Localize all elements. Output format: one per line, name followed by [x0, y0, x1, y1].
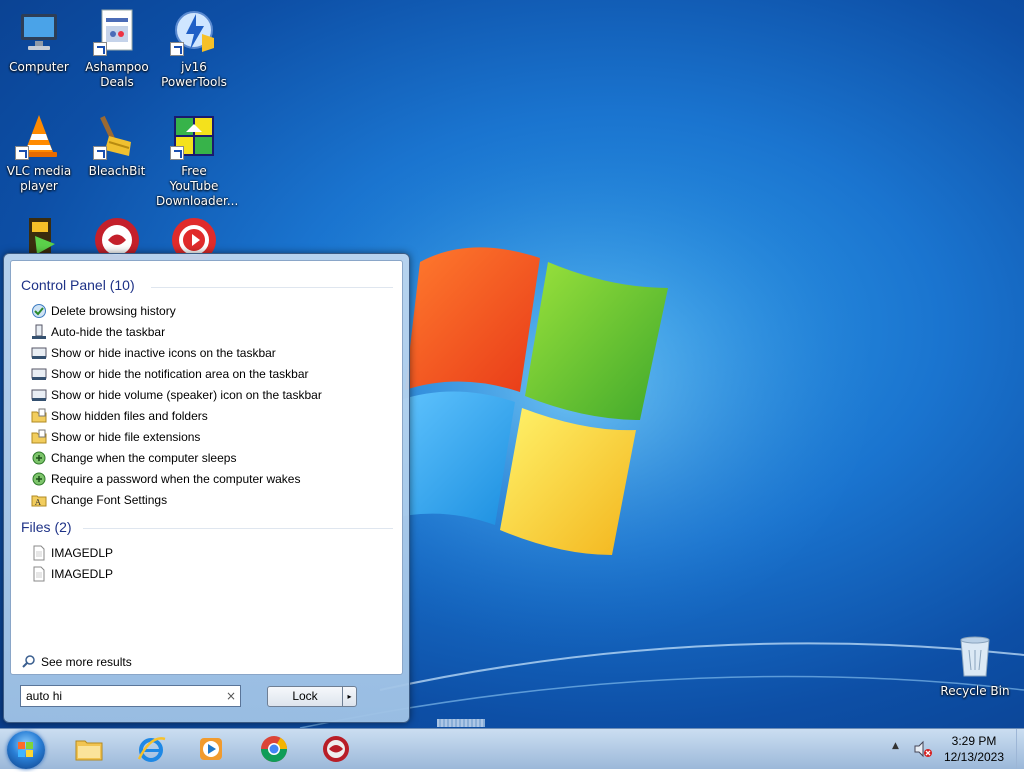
result-label: Show or hide file extensions	[51, 430, 201, 444]
file-icon	[33, 545, 45, 561]
desktop-icon-label: VLC media player	[6, 164, 72, 193]
windows-explorer-icon	[75, 740, 103, 761]
desktop-icon-bleachbit[interactable]: BleachBit	[79, 112, 155, 179]
internet-explorer-icon	[137, 737, 166, 762]
chrome-icon	[260, 736, 288, 763]
clear-search-icon[interactable]: ×	[226, 689, 236, 703]
result-change-font-settings[interactable]: A Change Font Settings	[31, 490, 391, 510]
taskbar-comodo-dragon[interactable]	[311, 732, 361, 768]
power-options-icon	[32, 472, 46, 486]
result-label: Show or hide inactive icons on the taskb…	[51, 346, 276, 360]
windows-flag-icon	[18, 742, 33, 757]
taskbar: ▲ 3:29 PM 12/13/2023	[0, 728, 1024, 769]
internet-options-icon	[32, 304, 46, 318]
shortcut-overlay-icon	[15, 146, 29, 160]
result-show-hide-file-extensions[interactable]: Show or hide file extensions	[31, 427, 391, 447]
notification-area-icon	[31, 368, 47, 380]
notification-area-icon	[31, 389, 47, 401]
result-label: Show or hide the notification area on th…	[51, 367, 309, 381]
computer-icon	[21, 14, 57, 50]
media-player-icon	[200, 738, 222, 760]
shortcut-overlay-icon	[93, 42, 107, 56]
shortcut-overlay-icon	[170, 146, 184, 160]
desktop-icon-vlc[interactable]: VLC media player	[1, 112, 77, 194]
shortcut-overlay-icon	[170, 42, 184, 56]
desktop-icon-jv16-powertools[interactable]: jv16 PowerTools	[156, 8, 232, 90]
clock-date: 12/13/2023	[943, 750, 1005, 764]
desktop-icon-label: BleachBit	[88, 164, 146, 178]
result-label: Auto-hide the taskbar	[51, 325, 166, 339]
group-heading-control-panel[interactable]: Control Panel (10)	[21, 277, 135, 293]
shortcut-overlay-icon	[93, 146, 107, 160]
notification-area-icon	[31, 347, 47, 359]
see-more-results-link[interactable]: See more results	[21, 654, 132, 670]
result-show-hide-volume-icon[interactable]: Show or hide volume (speaker) icon on th…	[31, 385, 391, 405]
search-icon	[22, 655, 35, 668]
start-menu: Control Panel (10) Delete browsing histo…	[3, 253, 410, 723]
taskbar-icon	[32, 324, 46, 339]
result-label: Show or hide volume (speaker) icon on th…	[51, 388, 322, 402]
result-file-imagedlp[interactable]: IMAGEDLP	[31, 543, 391, 563]
result-require-password-on-wake[interactable]: Require a password when the computer wak…	[31, 469, 391, 489]
search-results-panel: Control Panel (10) Delete browsing histo…	[10, 260, 403, 675]
clock-time: 3:29 PM	[951, 734, 997, 748]
result-label: Require a password when the computer wak…	[51, 472, 301, 486]
desktop-icon-label: Ashampoo Deals	[85, 60, 149, 89]
result-label: Change Font Settings	[51, 493, 168, 507]
result-label: IMAGEDLP	[51, 567, 114, 581]
power-options-arrow-icon[interactable]: ▸	[342, 686, 357, 707]
desktop-icon-label: Computer	[9, 60, 69, 74]
desktop-icon-free-youtube-downloader[interactable]: Free YouTube Downloader...	[156, 112, 238, 209]
taskbar-chrome[interactable]	[249, 732, 299, 768]
tray-clock[interactable]: 3:29 PM 12/13/2023	[934, 733, 1014, 765]
desktop-icon-label: Free YouTube Downloader...	[156, 164, 239, 208]
result-change-when-computer-sleeps[interactable]: Change when the computer sleeps	[31, 448, 391, 468]
result-show-hide-inactive-icons[interactable]: Show or hide inactive icons on the taskb…	[31, 343, 391, 363]
see-more-label: See more results	[41, 655, 132, 669]
comodo-icon	[323, 736, 349, 762]
search-input[interactable]	[21, 686, 221, 706]
file-icon	[33, 566, 45, 582]
result-label: Delete browsing history	[51, 304, 176, 318]
recycle-bin-icon	[960, 636, 990, 677]
folder-options-icon	[31, 408, 47, 423]
result-show-hide-notification-area[interactable]: Show or hide the notification area on th…	[31, 364, 391, 384]
taskbar-media-player[interactable]	[186, 732, 236, 768]
group-divider	[151, 287, 393, 288]
desktop-icon-computer[interactable]: Computer	[1, 8, 77, 75]
desktop-icon-label: Recycle Bin	[940, 684, 1010, 698]
svg-text:A: A	[34, 498, 41, 507]
taskbar-windows-explorer[interactable]	[64, 732, 114, 768]
power-options-icon	[32, 451, 46, 465]
fonts-folder-icon: A	[31, 495, 47, 507]
result-label: Change when the computer sleeps	[51, 451, 237, 465]
volume-muted-icon	[914, 740, 932, 758]
desktop-icon-recycle-bin[interactable]: Recycle Bin	[937, 632, 1013, 699]
show-desktop-button[interactable]	[1016, 729, 1024, 769]
result-delete-browsing-history[interactable]: Delete browsing history	[31, 301, 391, 321]
result-file-imagedlp[interactable]: IMAGEDLP	[31, 564, 391, 584]
lock-button[interactable]: Lock	[267, 686, 343, 707]
desktop-icon-ashampoo-deals[interactable]: Ashampoo Deals	[79, 8, 155, 90]
result-auto-hide-taskbar[interactable]: Auto-hide the taskbar	[31, 322, 391, 342]
group-divider	[83, 528, 393, 529]
start-button[interactable]	[7, 731, 45, 769]
result-show-hidden-files[interactable]: Show hidden files and folders	[31, 406, 391, 426]
group-heading-files[interactable]: Files (2)	[21, 519, 72, 535]
show-hidden-icons-button[interactable]: ▲	[892, 741, 899, 751]
folder-options-icon	[31, 429, 47, 444]
result-label: IMAGEDLP	[51, 546, 114, 560]
desktop-icon-label: jv16 PowerTools	[161, 60, 227, 89]
tray-volume[interactable]	[912, 739, 934, 759]
start-search-box[interactable]: ×	[20, 685, 241, 707]
taskbar-internet-explorer[interactable]	[126, 732, 176, 768]
taskbar-thumbnail-hint	[437, 719, 485, 727]
result-label: Show hidden files and folders	[51, 409, 208, 423]
